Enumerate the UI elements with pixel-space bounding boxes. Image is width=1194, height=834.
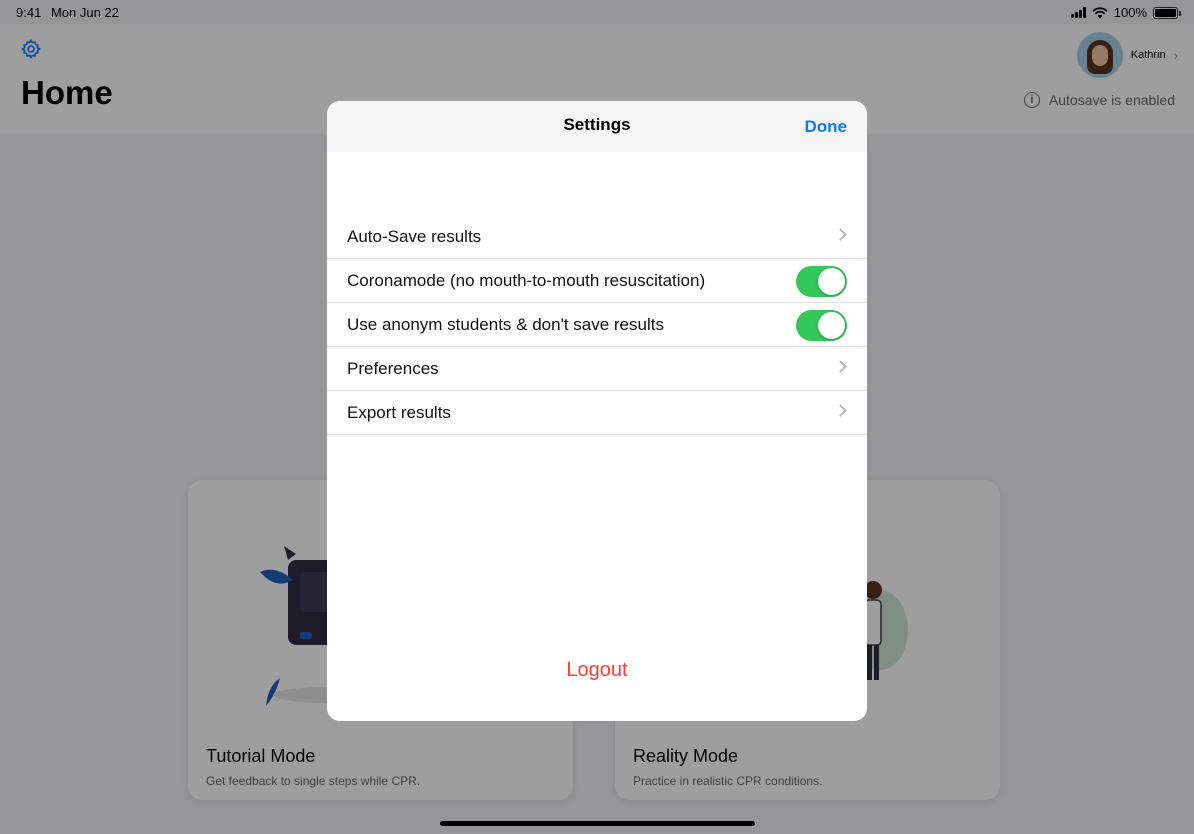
- settings-row-preferences[interactable]: Preferences: [327, 347, 867, 391]
- toggle-knob: [818, 312, 845, 339]
- settings-row-coronamode: Coronamode (no mouth-to-mouth resuscitat…: [327, 259, 867, 303]
- chevron-right-icon: [834, 404, 847, 417]
- coronamode-toggle[interactable]: [796, 266, 847, 297]
- chevron-right-icon: [834, 228, 847, 241]
- settings-list: Auto-Save results Coronamode (no mouth-t…: [327, 215, 867, 435]
- toggle-knob: [818, 268, 845, 295]
- settings-row-anonym-students: Use anonym students & don't save results: [327, 303, 867, 347]
- done-button[interactable]: Done: [805, 117, 848, 137]
- row-label: Preferences: [347, 359, 439, 378]
- row-label: Export results: [347, 403, 451, 422]
- settings-modal: Settings Done Auto-Save results Coronamo…: [327, 101, 867, 721]
- chevron-right-icon: [834, 360, 847, 373]
- modal-header: Settings Done: [327, 101, 867, 152]
- logout-button[interactable]: Logout: [327, 659, 867, 682]
- row-label: Auto-Save results: [347, 227, 482, 246]
- home-indicator[interactable]: [440, 821, 755, 826]
- modal-title: Settings: [563, 115, 631, 134]
- settings-row-auto-save[interactable]: Auto-Save results: [327, 215, 867, 259]
- row-label: Use anonym students & don't save results: [347, 315, 664, 334]
- anonym-students-toggle[interactable]: [796, 310, 847, 341]
- settings-row-export-results[interactable]: Export results: [327, 391, 867, 435]
- row-label: Coronamode (no mouth-to-mouth resuscitat…: [347, 271, 706, 290]
